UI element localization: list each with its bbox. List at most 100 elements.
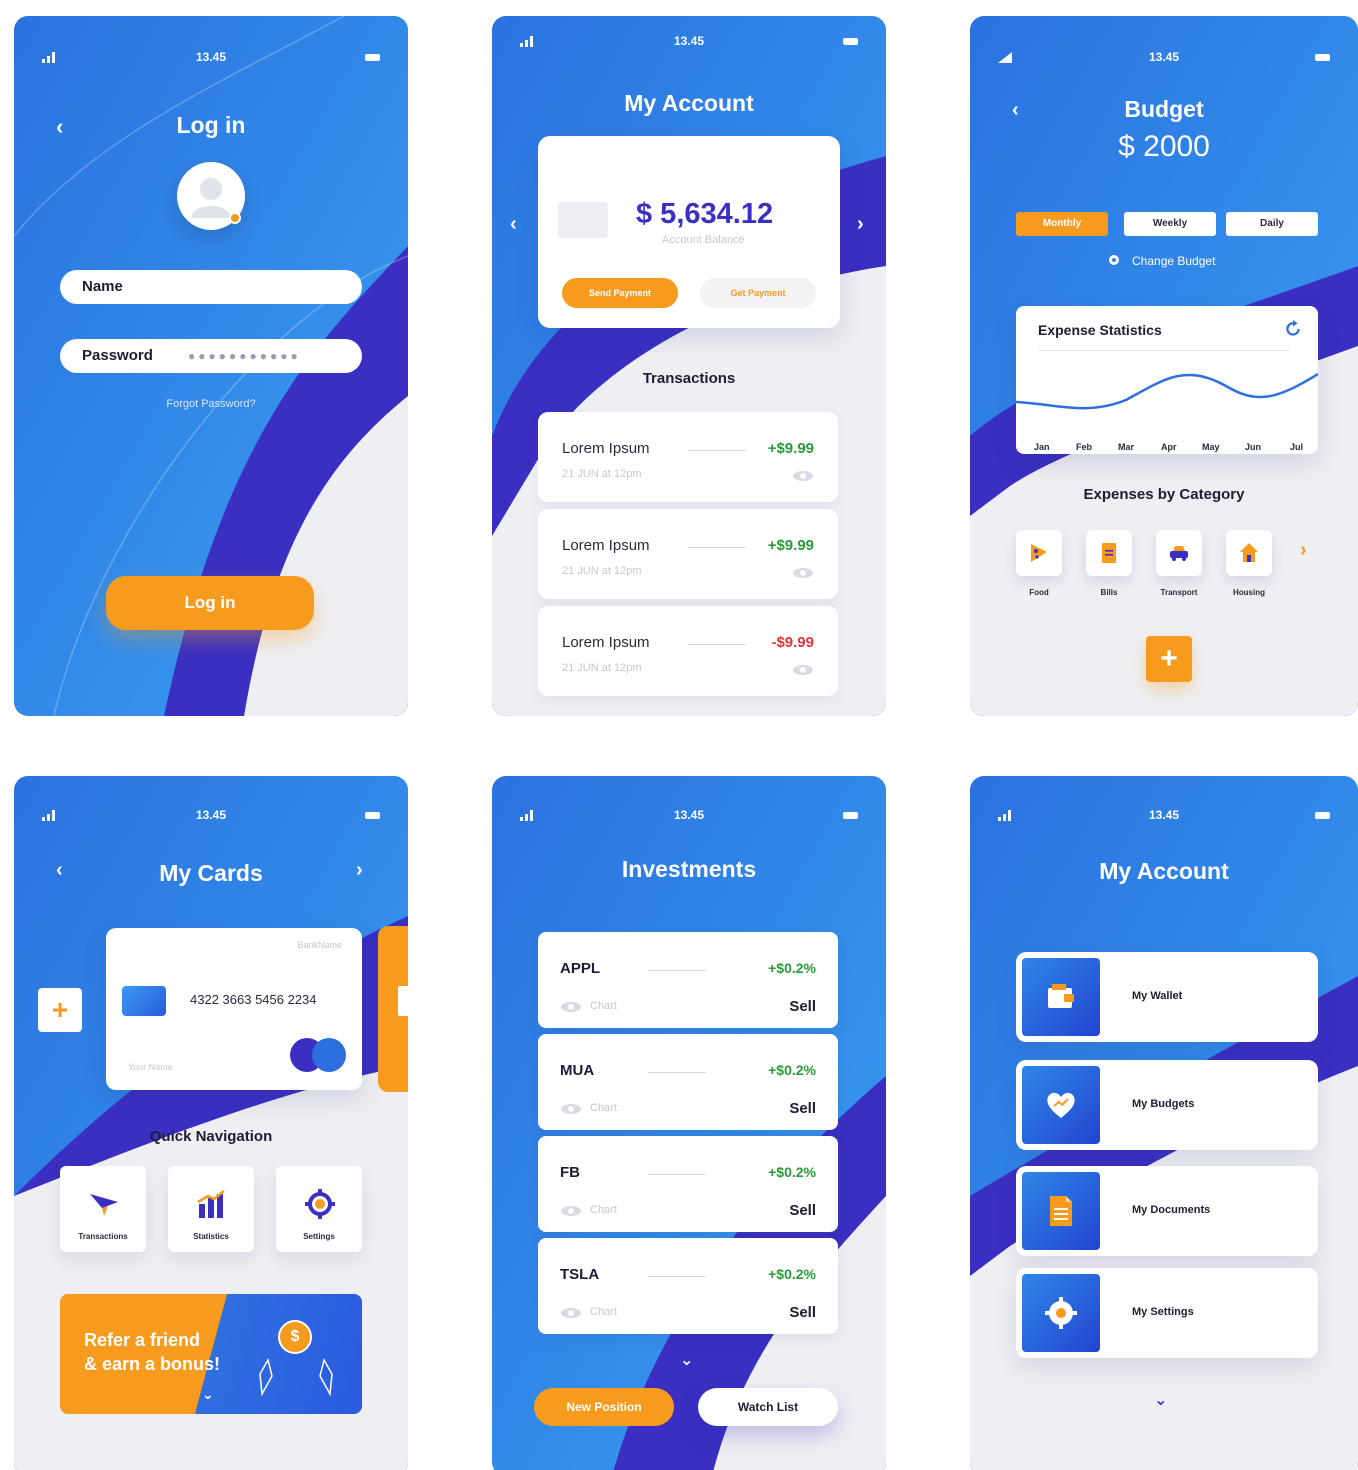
sell-button[interactable]: Sell — [789, 1304, 816, 1321]
watch-list-button[interactable]: Watch List — [698, 1388, 838, 1426]
status-bar: 13.45 — [492, 34, 886, 52]
chart-link[interactable]: Chart — [560, 1000, 617, 1012]
change-budget-button[interactable]: Change Budget — [1108, 254, 1215, 268]
tab-daily[interactable]: Daily — [1226, 212, 1318, 236]
menu-icon-tile — [1022, 1172, 1100, 1250]
menu-item-settings[interactable]: My Settings — [1016, 1268, 1318, 1358]
page-title: My Cards — [159, 860, 263, 886]
menu-item-budgets[interactable]: My Budgets — [1016, 1060, 1318, 1150]
send-payment-button[interactable]: Send Payment — [562, 278, 678, 308]
investment-row[interactable]: APPL +$0.2% Chart Sell — [538, 932, 838, 1028]
divider — [648, 1072, 706, 1073]
bank-name: BankName — [297, 940, 342, 950]
name-field[interactable]: Name — [60, 270, 362, 304]
eye-icon[interactable] — [792, 470, 814, 482]
transaction-amount: +$9.99 — [767, 440, 814, 457]
password-mask: ●●●●●●●●●●● — [188, 349, 301, 363]
chart-link[interactable]: Chart — [560, 1102, 617, 1114]
status-time: 13.45 — [673, 34, 705, 48]
expense-line-chart — [1016, 372, 1318, 410]
eye-icon[interactable] — [792, 664, 814, 676]
transaction-row[interactable]: Lorem Ipsum +$9.99 21 JUN at 12pm — [538, 412, 838, 502]
investment-row[interactable]: MUA +$0.2% Chart Sell — [538, 1034, 838, 1130]
transactions-heading: Transactions — [642, 370, 736, 387]
plus-icon: + — [1160, 642, 1178, 675]
avatar[interactable] — [177, 162, 245, 230]
prev-chevron-icon[interactable]: ‹ — [510, 214, 517, 234]
password-field[interactable]: Password ●●●●●●●●●●● — [60, 339, 362, 373]
page-title: Log in — [176, 112, 246, 138]
quick-nav-settings[interactable]: Settings — [276, 1166, 362, 1252]
gear-icon — [305, 1189, 335, 1219]
ticker: APPL — [560, 960, 601, 977]
add-expense-button[interactable]: + — [1146, 636, 1192, 682]
gear-icon — [1109, 255, 1119, 265]
investment-row[interactable]: TSLA +$0.2% Chart Sell — [538, 1238, 838, 1334]
quick-nav-label: Transactions — [78, 1232, 128, 1241]
menu-icon-tile — [1022, 1274, 1100, 1352]
page-title: My Account — [624, 90, 754, 116]
chevron-down-icon[interactable]: ⌄ — [680, 1350, 693, 1370]
month-label: Apr — [1161, 442, 1177, 452]
divider — [688, 547, 746, 548]
refer-line-1: Refer a friend — [84, 1330, 201, 1350]
chevron-down-icon[interactable]: ⌄ — [202, 1386, 214, 1403]
add-card-button[interactable]: + — [38, 988, 82, 1032]
login-button[interactable]: Log in — [106, 576, 314, 630]
sell-button[interactable]: Sell — [789, 998, 816, 1015]
next-card-preview[interactable] — [378, 926, 408, 1092]
menu-item-wallet[interactable]: My Wallet — [1016, 952, 1318, 1042]
menu-item-documents[interactable]: My Documents — [1016, 1166, 1318, 1256]
ticker: TSLA — [560, 1266, 600, 1283]
bank-card[interactable]: BankName 4322 3663 5456 2234 Your Name — [106, 928, 362, 1090]
chevron-down-icon[interactable]: ⌄ — [1154, 1390, 1167, 1410]
quick-nav-label: Statistics — [193, 1232, 229, 1241]
category-housing[interactable] — [1226, 530, 1272, 576]
transaction-date: 21 JUN at 12pm — [562, 565, 642, 577]
get-payment-button[interactable]: Get Payment — [700, 278, 816, 308]
category-bills[interactable] — [1086, 530, 1132, 576]
chart-link[interactable]: Chart — [560, 1306, 617, 1318]
bar-chart-icon — [197, 1190, 225, 1218]
battery-icon — [1315, 812, 1330, 819]
statistics-title: Expense Statistics — [1038, 322, 1162, 338]
card-number: 4322 3663 5456 2234 — [190, 992, 317, 1007]
transaction-row[interactable]: Lorem Ipsum +$9.99 21 JUN at 12pm — [538, 509, 838, 599]
chart-link[interactable]: Chart — [560, 1204, 617, 1216]
account-balance: $ 5,634.12 — [636, 198, 774, 230]
category-transport[interactable] — [1156, 530, 1202, 576]
eye-icon[interactable] — [792, 567, 814, 579]
card-chip — [122, 986, 166, 1016]
refer-friend-banner[interactable]: Refer a friend & earn a bonus! $ ⌄ — [60, 1294, 362, 1414]
category-food[interactable] — [1016, 530, 1062, 576]
status-bar: 13.45 — [492, 808, 886, 826]
tab-weekly[interactable]: Weekly — [1124, 212, 1216, 236]
transaction-row[interactable]: Lorem Ipsum -$9.99 21 JUN at 12pm — [538, 606, 838, 696]
page-title: Budget — [1124, 96, 1204, 122]
battery-icon — [1315, 54, 1330, 61]
investment-row[interactable]: FB +$0.2% Chart Sell — [538, 1136, 838, 1232]
ticker: MUA — [560, 1062, 595, 1079]
hands-icon — [259, 1358, 333, 1396]
quick-nav-transactions[interactable]: Transactions — [60, 1166, 146, 1252]
card-holder: Your Name — [128, 1062, 173, 1072]
tab-monthly[interactable]: Monthly — [1016, 212, 1108, 236]
pizza-icon — [1031, 544, 1047, 562]
categories-heading: Expenses by Category — [1083, 486, 1245, 503]
budget-amount: $ 2000 — [1118, 130, 1210, 163]
transaction-date: 21 JUN at 12pm — [562, 468, 642, 480]
next-chevron-icon[interactable]: › — [857, 214, 864, 234]
account-screen: 13.45 My Account ‹ › $ 5,634.12 Account … — [492, 16, 886, 716]
house-icon — [1240, 543, 1258, 562]
sell-button[interactable]: Sell — [789, 1100, 816, 1117]
forgot-password-link[interactable]: Forgot Password? — [14, 398, 408, 410]
plus-icon: + — [51, 994, 69, 1025]
refresh-icon[interactable] — [1284, 320, 1302, 338]
sell-button[interactable]: Sell — [789, 1202, 816, 1219]
category-label: Housing — [1233, 588, 1265, 597]
categories-next-chevron-icon[interactable]: › — [1300, 540, 1307, 560]
quick-nav-statistics[interactable]: Statistics — [168, 1166, 254, 1252]
battery-icon — [365, 54, 380, 61]
battery-icon — [843, 812, 858, 819]
new-position-button[interactable]: New Position — [534, 1388, 674, 1426]
